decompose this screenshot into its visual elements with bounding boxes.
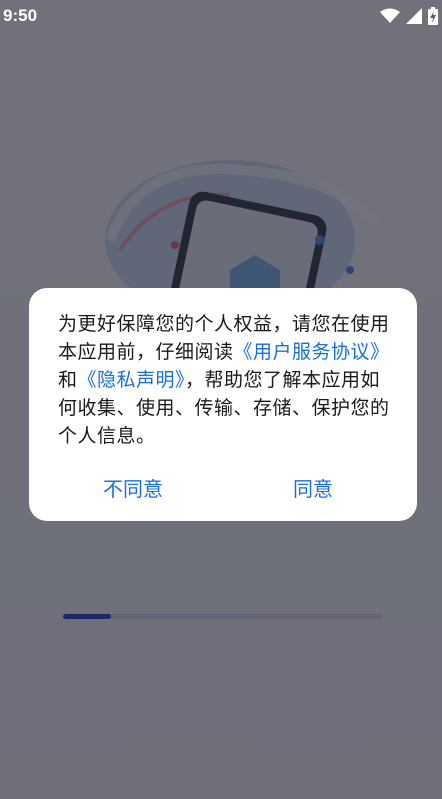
- user-service-agreement-link[interactable]: 《用户服务协议》: [234, 341, 390, 363]
- status-icons: [380, 6, 438, 26]
- cellular-signal-icon: [406, 8, 422, 24]
- battery-charging-icon: [428, 7, 438, 25]
- wifi-icon: [380, 8, 400, 23]
- privacy-statement-link[interactable]: 《隐私声明》: [78, 369, 186, 391]
- status-bar: 9:50: [0, 0, 442, 32]
- status-time: 9:50: [3, 6, 38, 25]
- agree-button[interactable]: 同意: [233, 472, 393, 506]
- privacy-consent-dialog: 为更好保障您的个人权益，请您在使用本应用前，仔细阅读《用户服务协议》和《隐私声明…: [29, 288, 417, 521]
- disagree-button[interactable]: 不同意: [53, 472, 213, 506]
- dialog-text-and: 和: [58, 369, 78, 391]
- dialog-message: 为更好保障您的个人权益，请您在使用本应用前，仔细阅读《用户服务协议》和《隐私声明…: [58, 310, 393, 450]
- dialog-buttons: 不同意 同意: [29, 472, 417, 506]
